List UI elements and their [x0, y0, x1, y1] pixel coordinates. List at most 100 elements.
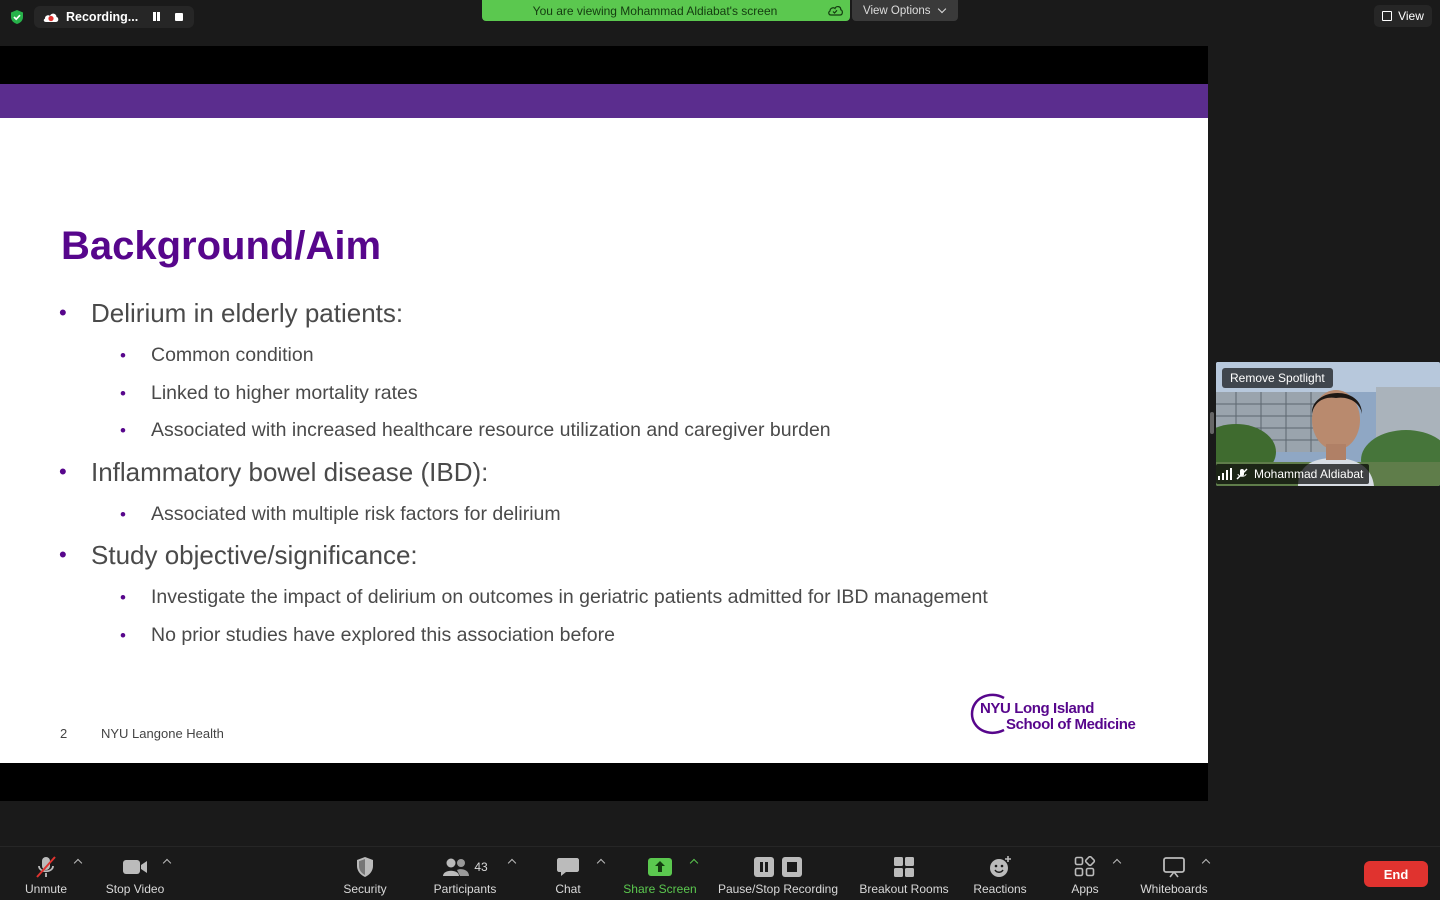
- sub-bullet-icon: •: [120, 588, 126, 607]
- security-shield-icon[interactable]: [9, 9, 25, 25]
- security-label: Security: [343, 882, 387, 896]
- top-bar: Recording... You are viewing Mohammad Al…: [0, 0, 1440, 46]
- apps-label: Apps: [1071, 882, 1099, 896]
- signal-strength-icon: [1218, 468, 1232, 480]
- audio-options-caret-icon[interactable]: [73, 858, 83, 868]
- logo-line-1: NYU Long Island: [980, 700, 1095, 717]
- participants-button[interactable]: 43 Participants: [428, 847, 502, 900]
- bullet-ibd: Inflammatory bowel disease (IBD):: [91, 457, 489, 487]
- whiteboard-icon: [1163, 857, 1185, 878]
- whiteboards-icon-wrap: [1162, 854, 1186, 880]
- sub-bullet-icon: •: [120, 421, 126, 440]
- cloud-recording-icon: [43, 13, 59, 22]
- video-icon-wrap: [122, 854, 148, 880]
- reactions-icon-wrap: [988, 854, 1012, 880]
- breakout-rooms-button[interactable]: Breakout Rooms: [856, 847, 952, 900]
- reactions-emoji-icon: [990, 856, 1011, 877]
- sub-bullet: Investigate the impact of delirium on ou…: [151, 586, 988, 608]
- view-options-button[interactable]: View Options: [852, 0, 958, 21]
- security-button[interactable]: Security: [335, 847, 395, 900]
- remove-spotlight-button[interactable]: Remove Spotlight: [1222, 368, 1333, 388]
- sub-bullet: Associated with increased healthcare res…: [151, 419, 831, 441]
- chat-options-caret-icon[interactable]: [596, 858, 606, 868]
- slide-footer: NYU Langone Health: [101, 726, 224, 741]
- view-options-label: View Options: [863, 4, 931, 17]
- slide-title: Background/Aim: [61, 224, 382, 268]
- participants-count: 43: [474, 860, 488, 874]
- recording-controls-icon-wrap: [752, 854, 804, 880]
- bullet-delirium: Delirium in elderly patients:: [91, 298, 404, 328]
- end-meeting-button[interactable]: End: [1364, 861, 1428, 887]
- viewing-screen-banner: You are viewing Mohammad Aldiabat's scre…: [482, 0, 850, 21]
- unmute-button[interactable]: Unmute: [20, 847, 72, 900]
- slide-number: 2: [60, 726, 68, 741]
- bullet-icon: •: [59, 542, 67, 567]
- whiteboards-button[interactable]: Whiteboards: [1136, 847, 1212, 900]
- stop-video-button[interactable]: Stop Video: [100, 847, 170, 900]
- microphone-muted-icon: [36, 856, 56, 878]
- stop-recording-icon[interactable]: [175, 13, 183, 21]
- apps-icon: [1074, 856, 1096, 877]
- unmute-label: Unmute: [24, 882, 68, 896]
- share-screen-button[interactable]: Share Screen: [618, 847, 702, 900]
- security-shield-icon: [357, 857, 373, 877]
- sub-bullet-icon: •: [120, 505, 126, 524]
- stop-video-label: Stop Video: [105, 882, 165, 896]
- sub-bullet-icon: •: [120, 626, 126, 645]
- view-layout-icon: [1382, 11, 1393, 21]
- meeting-toolbar: Unmute Stop Video Security 43 Participan…: [0, 846, 1440, 900]
- participants-label: Participants: [433, 882, 497, 896]
- sub-bullet-icon: •: [120, 384, 126, 403]
- participants-options-caret-icon[interactable]: [507, 858, 517, 868]
- chat-icon-wrap: [556, 854, 580, 880]
- logo-line-2: School of Medicine: [1006, 716, 1136, 733]
- cloud-icon: [828, 5, 843, 16]
- sub-bullet: Linked to higher mortality rates: [151, 382, 418, 404]
- participants-icon-wrap: 43: [442, 854, 488, 880]
- chat-button[interactable]: Chat: [548, 847, 588, 900]
- breakout-rooms-icon: [894, 857, 914, 877]
- pause-stop-recording-icon: [754, 857, 802, 877]
- viewing-screen-text: You are viewing Mohammad Aldiabat's scre…: [532, 3, 778, 18]
- chat-bubble-icon: [557, 858, 579, 876]
- participant-name: Mohammad Aldiabat: [1254, 467, 1364, 481]
- bullet-icon: •: [59, 300, 67, 325]
- mic-muted-icon: [1236, 468, 1248, 480]
- view-button[interactable]: View: [1374, 5, 1432, 27]
- bullet-study-objective: Study objective/significance:: [91, 540, 418, 570]
- pause-stop-recording-button[interactable]: Pause/Stop Recording: [714, 847, 842, 900]
- share-screen-icon-wrap: [647, 854, 673, 880]
- nyu-logo: NYU Long Island School of Medicine: [970, 692, 1150, 740]
- chevron-down-icon: [937, 4, 946, 14]
- security-icon-wrap: [355, 854, 375, 880]
- recording-label: Recording...: [66, 10, 139, 24]
- sub-bullet: No prior studies have explored this asso…: [151, 624, 615, 646]
- sub-bullet: Associated with multiple risk factors fo…: [151, 503, 561, 525]
- apps-button[interactable]: Apps: [1064, 847, 1106, 900]
- whiteboards-label: Whiteboards: [1140, 882, 1208, 896]
- recording-indicator[interactable]: Recording...: [34, 6, 194, 28]
- breakout-icon-wrap: [893, 854, 915, 880]
- pause-recording-icon[interactable]: [152, 12, 162, 22]
- chat-label: Chat: [555, 882, 581, 896]
- apps-icon-wrap: [1074, 854, 1096, 880]
- view-label: View: [1398, 9, 1424, 23]
- share-screen-label: Share Screen: [623, 882, 697, 896]
- pause-stop-recording-label: Pause/Stop Recording: [717, 882, 839, 896]
- apps-options-caret-icon[interactable]: [1112, 858, 1122, 868]
- participant-name-tag: Mohammad Aldiabat: [1216, 464, 1370, 484]
- participants-icon: [443, 858, 470, 876]
- video-camera-icon: [123, 860, 147, 874]
- sub-bullet-icon: •: [120, 346, 126, 365]
- bullet-icon: •: [59, 459, 67, 484]
- breakout-rooms-label: Breakout Rooms: [859, 882, 949, 896]
- participant-video-tile[interactable]: Remove Spotlight Mohammad Aldiabat: [1216, 362, 1440, 486]
- reactions-label: Reactions: [973, 882, 1027, 896]
- share-screen-icon: [648, 858, 672, 876]
- presentation-slide: Background/Aim • Delirium in elderly pat…: [0, 84, 1208, 763]
- panel-resize-handle[interactable]: [1210, 412, 1214, 434]
- slide-header-band: [0, 84, 1208, 118]
- reactions-button[interactable]: Reactions: [970, 847, 1030, 900]
- sub-bullet: Common condition: [151, 344, 314, 366]
- mic-muted-wrap: [34, 854, 58, 880]
